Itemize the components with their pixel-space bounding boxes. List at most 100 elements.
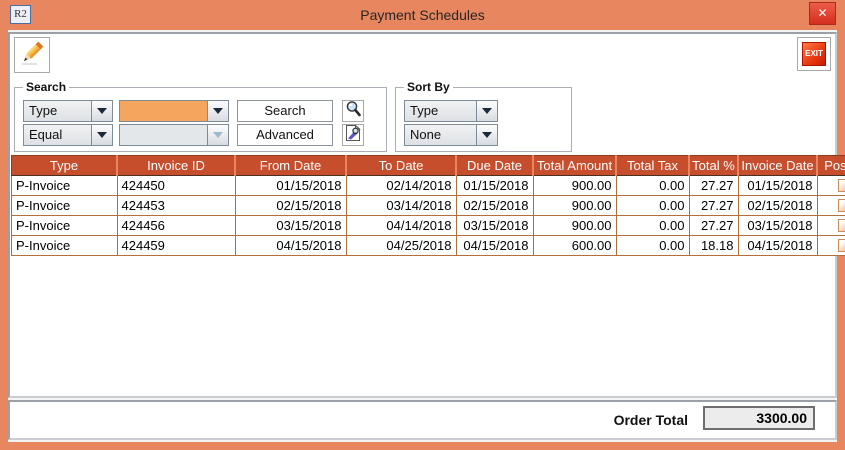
main-panel: EXIT Search Type Search bbox=[8, 32, 837, 398]
column-header-posted[interactable]: Posted bbox=[817, 156, 845, 176]
chevron-down-icon bbox=[207, 100, 229, 122]
payment-schedules-window: R2 Payment Schedules ✕ bbox=[0, 0, 845, 450]
table-cell-posted bbox=[817, 176, 845, 196]
column-header-total_tax[interactable]: Total Tax bbox=[616, 156, 689, 176]
table-cell-invoice_id: 424459 bbox=[117, 236, 235, 256]
title-bar[interactable]: R2 Payment Schedules ✕ bbox=[0, 0, 845, 30]
sort-secondary-value: None bbox=[404, 124, 476, 146]
close-icon: ✕ bbox=[817, 6, 827, 20]
table-cell-due_date: 01/15/2018 bbox=[456, 176, 533, 196]
table-cell-total_pct: 18.18 bbox=[689, 236, 738, 256]
sort-by-groupbox: Sort By Type None bbox=[395, 87, 572, 152]
magnifier-icon bbox=[344, 100, 362, 123]
search-field-value: Type bbox=[23, 100, 91, 122]
table-header-row: TypeInvoice IDFrom DateTo DateDue DateTo… bbox=[12, 156, 845, 176]
quick-search-button[interactable] bbox=[342, 100, 364, 122]
chevron-down-icon bbox=[476, 100, 498, 122]
column-header-invoice_id[interactable]: Invoice ID bbox=[117, 156, 235, 176]
sort-primary-select[interactable]: Type bbox=[404, 100, 498, 122]
table-row[interactable]: P-Invoice42445302/15/201803/14/201802/15… bbox=[12, 196, 845, 216]
table-cell-type: P-Invoice bbox=[12, 196, 118, 216]
payment-schedule-grid: TypeInvoice IDFrom DateTo DateDue DateTo… bbox=[11, 155, 845, 256]
table-cell-posted bbox=[817, 196, 845, 216]
order-total-label: Order Total bbox=[614, 412, 688, 428]
search-button[interactable]: Search bbox=[237, 100, 333, 122]
table-cell-total_tax: 0.00 bbox=[616, 196, 689, 216]
table-cell-from_date: 01/15/2018 bbox=[235, 176, 346, 196]
close-button[interactable]: ✕ bbox=[809, 2, 836, 25]
doc-magnifier-icon bbox=[344, 124, 362, 147]
table-cell-total_tax: 0.00 bbox=[616, 216, 689, 236]
column-header-invoice_date[interactable]: Invoice Date bbox=[738, 156, 817, 176]
table-cell-total_pct: 27.27 bbox=[689, 176, 738, 196]
table-cell-invoice_date: 03/15/2018 bbox=[738, 216, 817, 236]
search-field-select[interactable]: Type bbox=[23, 100, 113, 122]
search-groupbox: Search Type Search bbox=[14, 87, 387, 152]
window-title: Payment Schedules bbox=[0, 0, 845, 30]
table-cell-total_pct: 27.27 bbox=[689, 196, 738, 216]
table-cell-total_tax: 0.00 bbox=[616, 176, 689, 196]
edit-button[interactable] bbox=[14, 37, 50, 73]
search-value-input[interactable] bbox=[119, 100, 229, 122]
table-cell-invoice_date: 01/15/2018 bbox=[738, 176, 817, 196]
table-cell-from_date: 04/15/2018 bbox=[235, 236, 346, 256]
exit-icon: EXIT bbox=[802, 42, 826, 66]
content-area: EXIT Search Type Search bbox=[8, 30, 837, 442]
exit-button[interactable]: EXIT bbox=[797, 37, 831, 71]
sort-by-legend: Sort By bbox=[404, 80, 453, 94]
table-row[interactable]: P-Invoice42445001/15/201802/14/201801/15… bbox=[12, 176, 845, 196]
posted-checkbox[interactable] bbox=[838, 179, 845, 192]
search-operator-select[interactable]: Equal bbox=[23, 124, 113, 146]
footer-panel: Order Total 3300.00 bbox=[8, 400, 837, 440]
table-cell-type: P-Invoice bbox=[12, 176, 118, 196]
table-cell-total_amount: 900.00 bbox=[533, 176, 616, 196]
column-header-due_date[interactable]: Due Date bbox=[456, 156, 533, 176]
table-cell-type: P-Invoice bbox=[12, 216, 118, 236]
column-header-total_pct[interactable]: Total % bbox=[689, 156, 738, 176]
table-cell-invoice_id: 424456 bbox=[117, 216, 235, 236]
column-header-from_date[interactable]: From Date bbox=[235, 156, 346, 176]
column-header-type[interactable]: Type bbox=[12, 156, 118, 176]
column-header-total_amount[interactable]: Total Amount bbox=[533, 156, 616, 176]
table-cell-to_date: 04/14/2018 bbox=[346, 216, 456, 236]
pencil-icon bbox=[17, 38, 47, 73]
table-cell-posted bbox=[817, 236, 845, 256]
table-cell-invoice_date: 04/15/2018 bbox=[738, 236, 817, 256]
table-body: P-Invoice42445001/15/201802/14/201801/15… bbox=[12, 176, 845, 256]
table-cell-to_date: 02/14/2018 bbox=[346, 176, 456, 196]
table-cell-invoice_date: 02/15/2018 bbox=[738, 196, 817, 216]
sort-secondary-select[interactable]: None bbox=[404, 124, 498, 146]
table-cell-due_date: 02/15/2018 bbox=[456, 196, 533, 216]
table-cell-total_amount: 900.00 bbox=[533, 196, 616, 216]
search-value2-text bbox=[119, 124, 207, 146]
table-cell-total_amount: 600.00 bbox=[533, 236, 616, 256]
table-cell-total_pct: 27.27 bbox=[689, 216, 738, 236]
table-row[interactable]: P-Invoice42445603/15/201804/14/201803/15… bbox=[12, 216, 845, 236]
posted-checkbox[interactable] bbox=[838, 199, 845, 212]
table-cell-invoice_id: 424450 bbox=[117, 176, 235, 196]
table-row[interactable]: P-Invoice42445904/15/201804/25/201804/15… bbox=[12, 236, 845, 256]
table-cell-to_date: 04/25/2018 bbox=[346, 236, 456, 256]
table-cell-invoice_id: 424453 bbox=[117, 196, 235, 216]
advanced-button[interactable]: Advanced bbox=[237, 124, 333, 146]
posted-checkbox[interactable] bbox=[838, 219, 845, 232]
table-cell-due_date: 03/15/2018 bbox=[456, 216, 533, 236]
table-cell-from_date: 02/15/2018 bbox=[235, 196, 346, 216]
table-cell-posted bbox=[817, 216, 845, 236]
search-value-text bbox=[119, 100, 207, 122]
chevron-down-icon bbox=[91, 124, 113, 146]
search-operator-value: Equal bbox=[23, 124, 91, 146]
table-cell-total_amount: 900.00 bbox=[533, 216, 616, 236]
table-cell-total_tax: 0.00 bbox=[616, 236, 689, 256]
chevron-down-icon bbox=[207, 124, 229, 146]
advanced-search-button[interactable] bbox=[342, 124, 364, 146]
search-legend: Search bbox=[23, 80, 69, 94]
order-total-field: 3300.00 bbox=[703, 406, 815, 430]
table-cell-from_date: 03/15/2018 bbox=[235, 216, 346, 236]
search-value2-input bbox=[119, 124, 229, 146]
column-header-to_date[interactable]: To Date bbox=[346, 156, 456, 176]
table-cell-type: P-Invoice bbox=[12, 236, 118, 256]
posted-checkbox[interactable] bbox=[838, 239, 845, 252]
sort-primary-value: Type bbox=[404, 100, 476, 122]
chevron-down-icon bbox=[91, 100, 113, 122]
